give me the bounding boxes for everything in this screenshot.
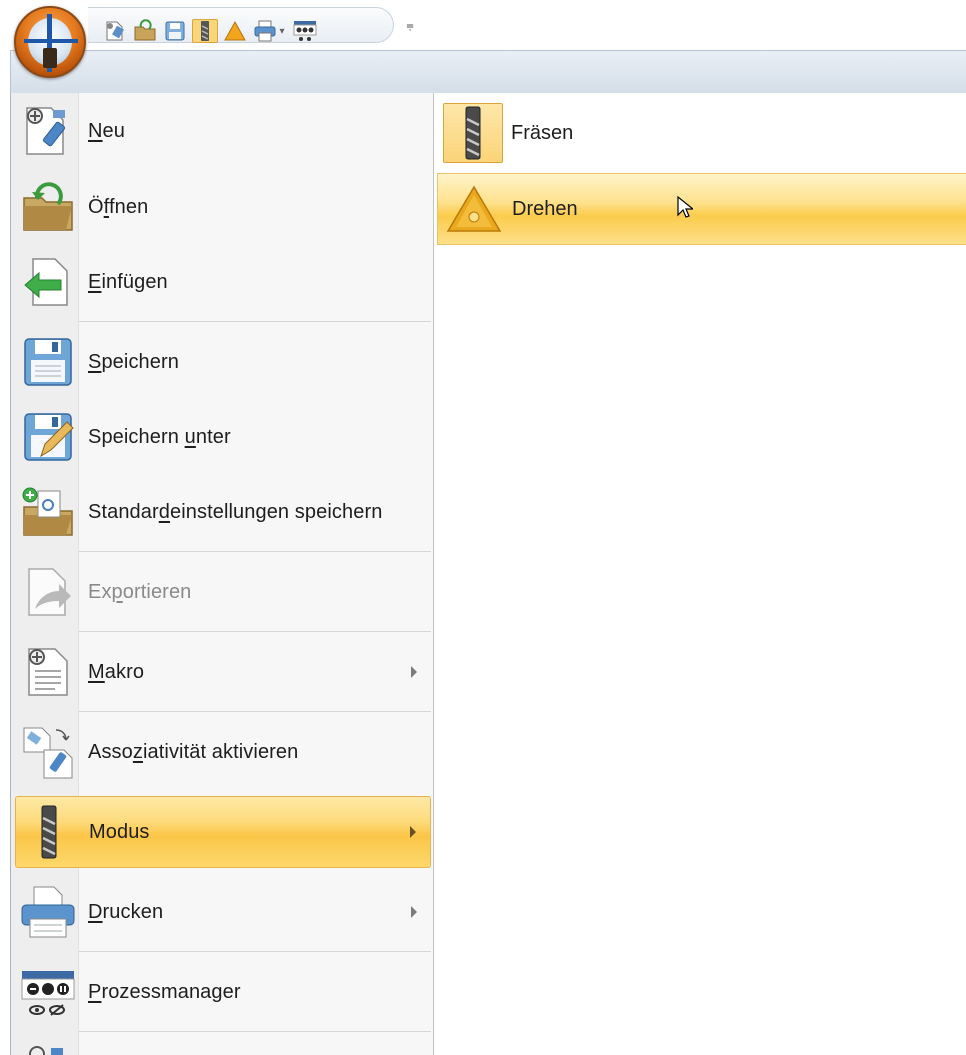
save-icon[interactable]: [162, 19, 188, 43]
menu-separator: [79, 551, 431, 552]
menu-item-label: Standardeinstellungen speichern: [88, 500, 383, 523]
open-folder-icon: [19, 178, 77, 236]
menu-separator: [79, 711, 431, 712]
customize-toolbar-icon[interactable]: ⩦: [402, 18, 418, 38]
menu-item-exportieren[interactable]: Exportieren: [15, 556, 431, 628]
submenu-item-fraesen[interactable]: Fräsen: [437, 97, 966, 169]
open-folder-icon[interactable]: [132, 19, 158, 43]
menu-item-modus[interactable]: Modus: [15, 796, 431, 868]
menu-item-makro[interactable]: Makro: [15, 636, 431, 708]
submenu-item-drehen[interactable]: Drehen: [437, 173, 966, 245]
new-file-icon[interactable]: [102, 19, 128, 43]
menu-item-label: Makro: [88, 660, 145, 683]
export-icon: [19, 563, 77, 621]
submenu-item-label: Fräsen: [511, 121, 574, 144]
save-defaults-icon: [19, 483, 77, 541]
menu-separator: [79, 951, 431, 952]
print-dropdown-chevron-icon[interactable]: ▾: [276, 19, 288, 43]
insert-document-icon: [19, 253, 77, 311]
menu-item-assoziativitaet-aktivieren[interactable]: Assoziativität aktivieren: [15, 716, 431, 788]
menu-separator: [79, 1031, 431, 1032]
printer-icon: [19, 883, 77, 941]
menu-item-partial[interactable]: [15, 1036, 431, 1055]
menu-item-neu[interactable]: Neu: [15, 95, 431, 167]
menu-item-einfuegen[interactable]: Einfügen: [15, 246, 431, 318]
milling-tool-icon: [443, 103, 503, 163]
menu-separator: [79, 321, 431, 322]
submenu-arrow-icon: [410, 826, 416, 838]
menu-item-label: Speichern: [88, 350, 179, 373]
associativity-icon: [19, 723, 77, 781]
menu-commands-panel: Neu Öffnen Einfügen Speichern Speichern …: [11, 93, 434, 1055]
submenu-item-label: Drehen: [512, 197, 578, 220]
menu-item-label: Speichern unter: [88, 425, 231, 448]
process-manager-icon[interactable]: [292, 19, 318, 43]
save-icon: [19, 333, 77, 391]
turning-insert-icon: [444, 179, 504, 239]
menu-item-label: Assoziativität aktivieren: [88, 740, 299, 763]
submenu-arrow-icon: [411, 906, 417, 918]
menu-item-speichern[interactable]: Speichern: [15, 326, 431, 398]
menu-item-label: Exportieren: [88, 580, 192, 603]
menu-separator: [79, 631, 431, 632]
macro-icon: [19, 643, 77, 701]
logo-horizontal-bar: [24, 39, 78, 43]
menu-item-label: Neu: [88, 119, 125, 142]
milling-mode-icon[interactable]: [192, 19, 218, 43]
menu-item-standardeinstellungen-speichern[interactable]: Standardeinstellungen speichern: [15, 476, 431, 548]
menu-item-drucken[interactable]: Drucken: [15, 876, 431, 948]
menu-item-oeffnen[interactable]: Öffnen: [15, 171, 431, 243]
quick-access-toolbar: ▾ ⩦: [0, 0, 966, 78]
application-menu: Neu Öffnen Einfügen Speichern Speichern …: [10, 93, 966, 1055]
new-document-icon: [19, 102, 77, 160]
ribbon-band: [10, 50, 966, 94]
save-as-icon: [19, 408, 77, 466]
partial-item-icon: [19, 1036, 77, 1055]
menu-item-label: Drucken: [88, 900, 164, 923]
menu-item-prozessmanager[interactable]: Prozessmanager: [15, 956, 431, 1028]
turning-mode-icon[interactable]: [222, 19, 248, 43]
process-manager-icon: [19, 963, 77, 1021]
milling-tool-icon: [20, 803, 78, 861]
menu-item-label: Einfügen: [88, 270, 168, 293]
quick-access-strip: ▾: [88, 7, 394, 43]
menu-item-label: Prozessmanager: [88, 980, 241, 1003]
menu-item-label: Öffnen: [88, 195, 149, 218]
mouse-cursor-icon: [677, 196, 693, 218]
print-icon[interactable]: [252, 19, 278, 43]
application-button[interactable]: [14, 6, 86, 78]
modus-submenu-panel: Fräsen Drehen: [435, 93, 966, 1055]
logo-slot: [43, 48, 57, 68]
menu-item-label: Modus: [89, 820, 150, 843]
submenu-arrow-icon: [411, 666, 417, 678]
menu-item-speichern-unter[interactable]: Speichern unter: [15, 401, 431, 473]
